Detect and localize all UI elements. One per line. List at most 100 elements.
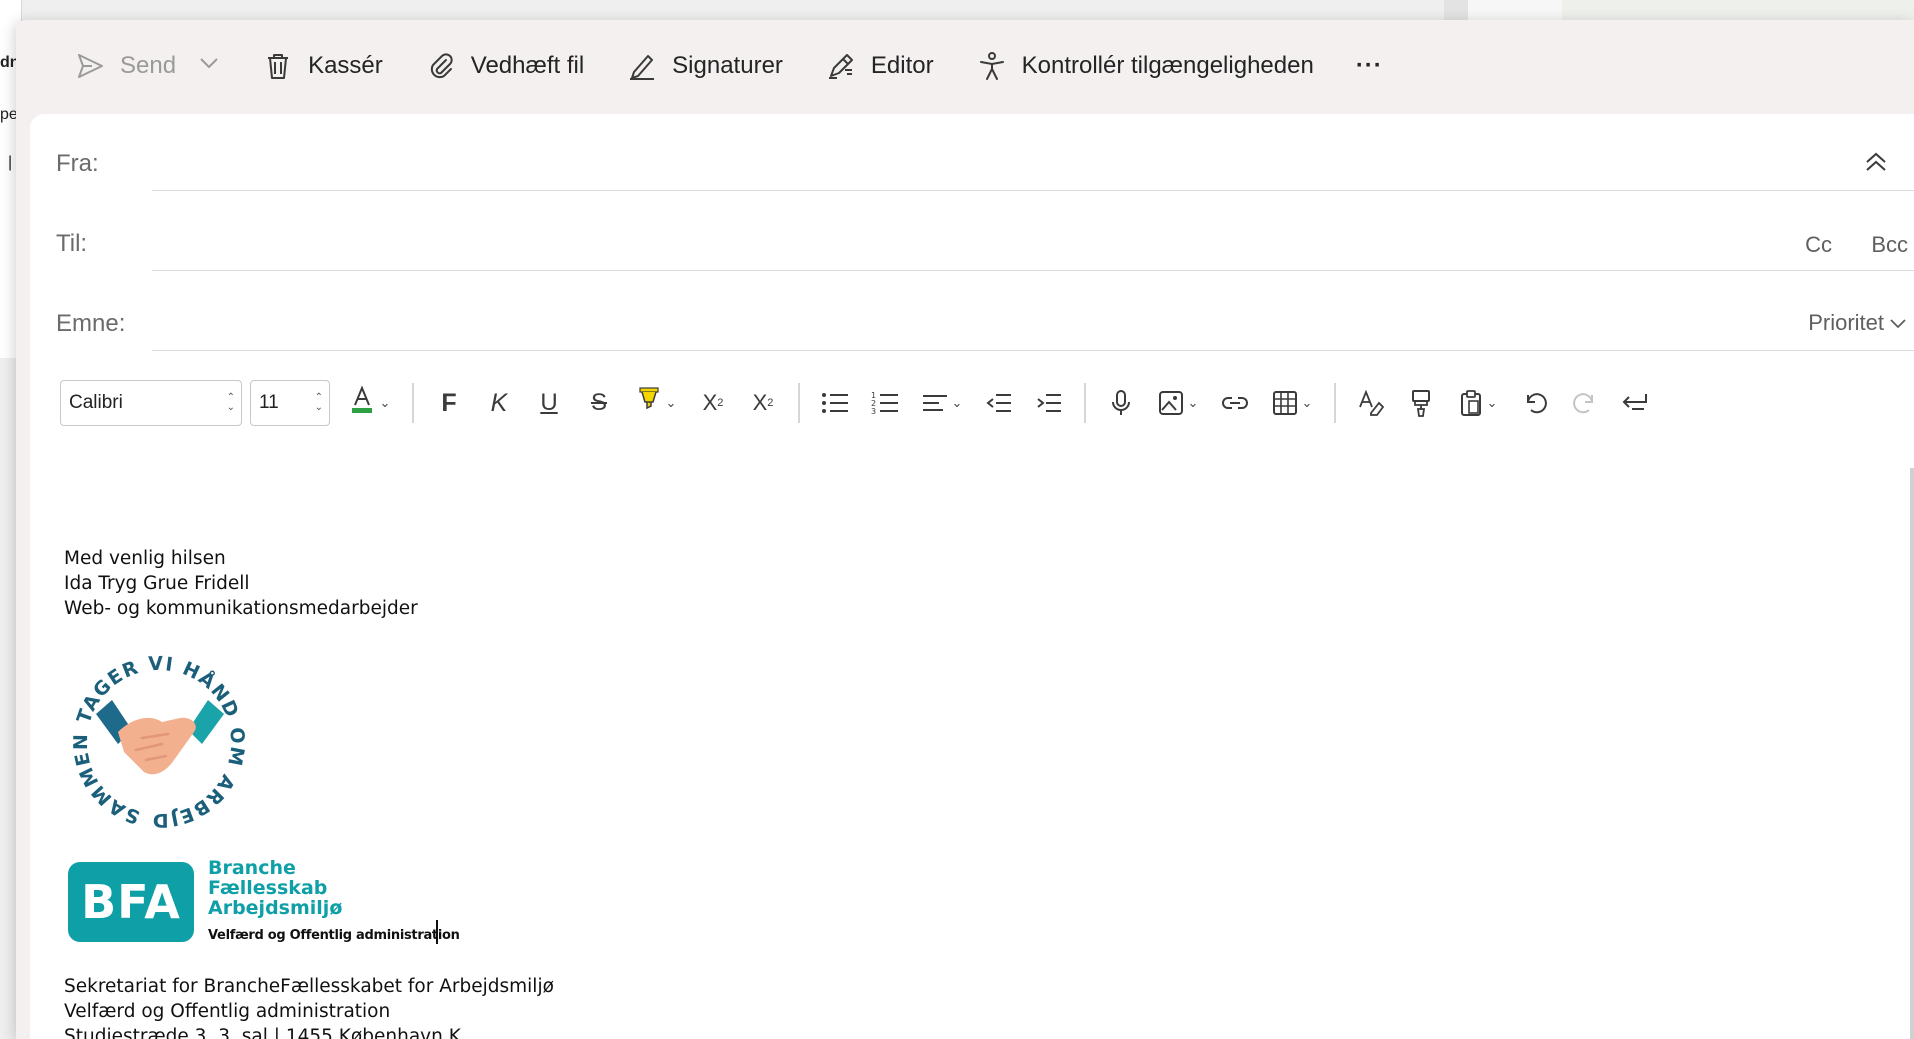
signatures-button[interactable]: Signaturer [626,40,783,92]
font-family-select[interactable]: Calibri ⌃ ⌄ [60,380,242,426]
insert-picture-button[interactable]: ⌄ [1149,381,1207,425]
more-options-button[interactable]: ··· [1356,40,1383,92]
clipboard-icon [1460,390,1481,416]
subject-field[interactable] [152,292,1774,342]
discard-button[interactable]: Kassér [262,40,383,92]
text-cursor [436,920,438,944]
insert-link-button[interactable] [1213,381,1257,425]
italic-button[interactable]: K [477,381,521,425]
indent-icon [1037,394,1061,412]
send-label: Send [120,52,177,79]
editor-pen-icon [825,50,857,82]
signature-block: Med venlig hilsen Ida Tryg Grue Fridell … [64,546,418,621]
closing-line: Med venlig hilsen [64,548,226,569]
campaign-seal-logo: SAMMEN TAGER VI HÅND OM ARBEJDSMILJØET • [52,631,256,834]
message-body[interactable]: Med venlig hilsen Ida Tryg Grue Fridell … [64,546,418,621]
to-label: Til: [56,230,88,257]
background-reading-pane [1444,0,1914,22]
bullets-button[interactable] [813,381,857,425]
attach-file-button[interactable]: Vedhæft fil [425,40,584,92]
priority-label: Prioritet [1808,310,1884,335]
collapse-header-icon[interactable] [1862,148,1890,182]
underline-button[interactable]: U [527,381,571,425]
sender-name: Ida Tryg Grue Fridell [64,573,250,594]
check-accessibility-button[interactable]: Kontrollér tilgængeligheden [976,40,1314,92]
address-line: Velfærd og Offentlig administration [64,1001,391,1022]
from-row: Fra: [30,114,1914,191]
command-bar: Send Kassér Vedhæft fil Signaturer Edito… [16,20,1914,112]
undo-button[interactable] [1513,381,1557,425]
picture-icon [1158,391,1183,415]
decrease-indent-button[interactable] [977,381,1021,425]
stepper-icon: ⌃ ⌄ [314,392,323,413]
discard-label: Kassér [308,52,383,79]
font-color-icon [350,385,376,421]
chevron-down-icon: ⌄ [1486,395,1498,410]
microphone-icon [1112,390,1130,415]
bullet-list-icon [822,393,848,413]
increase-indent-button[interactable] [1027,381,1071,425]
font-color-button[interactable]: ⌄ [341,381,399,425]
chevron-down-icon: ⌄ [1187,395,1199,410]
link-icon [1222,397,1248,409]
paste-button[interactable]: ⌄ [1449,381,1507,425]
to-row: Til: Cc Bcc [30,194,1914,271]
formatting-toolbar: Calibri ⌃ ⌄ 11 ⌃ ⌄ ⌄ F K U S ⌄ X2 X2 1 2… [60,378,1660,428]
format-painter-icon [1412,390,1430,417]
from-label: Fra: [56,150,99,177]
insert-table-button[interactable]: ⌄ [1263,381,1321,425]
redo-button[interactable] [1563,381,1607,425]
paperclip-icon [425,50,457,82]
stepper-icon: ⌃ ⌄ [226,392,235,413]
strikethrough-button[interactable]: S [577,381,621,425]
send-icon [74,50,106,82]
superscript-button[interactable]: X2 [691,381,735,425]
subscript-button[interactable]: X2 [741,381,785,425]
font-family-value: Calibri [69,392,123,413]
cc-button[interactable]: Cc [1805,232,1832,258]
bfa-line: Arbejdsmiljø [208,897,343,919]
to-field[interactable] [152,212,1774,262]
chevron-down-icon: ⌄ [379,395,391,410]
compose-window: Send Kassér Vedhæft fil Signaturer Edito… [16,20,1914,1039]
background-fragment: | [8,154,13,171]
font-size-select[interactable]: 11 ⌃ ⌄ [250,380,330,426]
send-button[interactable]: Send [74,40,220,92]
accessibility-icon [976,50,1008,82]
align-left-icon [922,395,947,411]
table-icon [1272,391,1297,415]
from-field[interactable] [152,132,1794,182]
align-button[interactable]: ⌄ [913,381,971,425]
trash-icon [262,50,294,82]
bold-button[interactable]: F [427,381,471,425]
svg-text:3: 3 [871,407,876,416]
bfa-line: Branche [208,857,296,879]
address-block: Sekretariat for BrancheFællesskabet for … [64,974,554,1039]
highlighter-icon [636,386,662,420]
format-painter-button[interactable] [1399,381,1443,425]
send-options-chevron-icon[interactable] [198,52,220,81]
chevron-down-icon [1890,319,1906,329]
signatures-label: Signaturer [672,52,783,79]
clear-formatting-icon [1359,389,1385,416]
highlight-button[interactable]: ⌄ [627,381,685,425]
sender-title: Web- og kommunikationsmedarbejder [64,598,418,619]
bfa-tagline: Velfærd og Offentlig administration [208,928,460,943]
more-formatting-button[interactable] [1613,381,1657,425]
dictate-button[interactable] [1099,381,1143,425]
clear-formatting-button[interactable] [1349,381,1393,425]
priority-dropdown[interactable]: Prioritet [1808,310,1908,336]
bfa-line: Fællesskab [208,877,328,899]
numbering-button[interactable]: 123 [863,381,907,425]
chevron-down-icon: ⌄ [665,395,677,410]
bcc-button[interactable]: Bcc [1871,232,1908,258]
address-line: Studiestræde 3, 3. sal | 1455 København … [64,1026,461,1039]
signature-pen-icon [626,50,658,82]
chevron-down-icon: ⌄ [1301,395,1313,410]
check-accessibility-label: Kontrollér tilgængeligheden [1021,52,1314,79]
vertical-scrollbar[interactable] [1910,468,1914,1039]
editor-button[interactable]: Editor [825,40,934,92]
bfa-logo: BFA Branche Fællesskab Arbejdsmiljø Velf… [68,858,460,950]
bfa-badge: BFA [68,862,194,942]
bfa-wordmark: Branche Fællesskab Arbejdsmiljø [208,858,342,918]
